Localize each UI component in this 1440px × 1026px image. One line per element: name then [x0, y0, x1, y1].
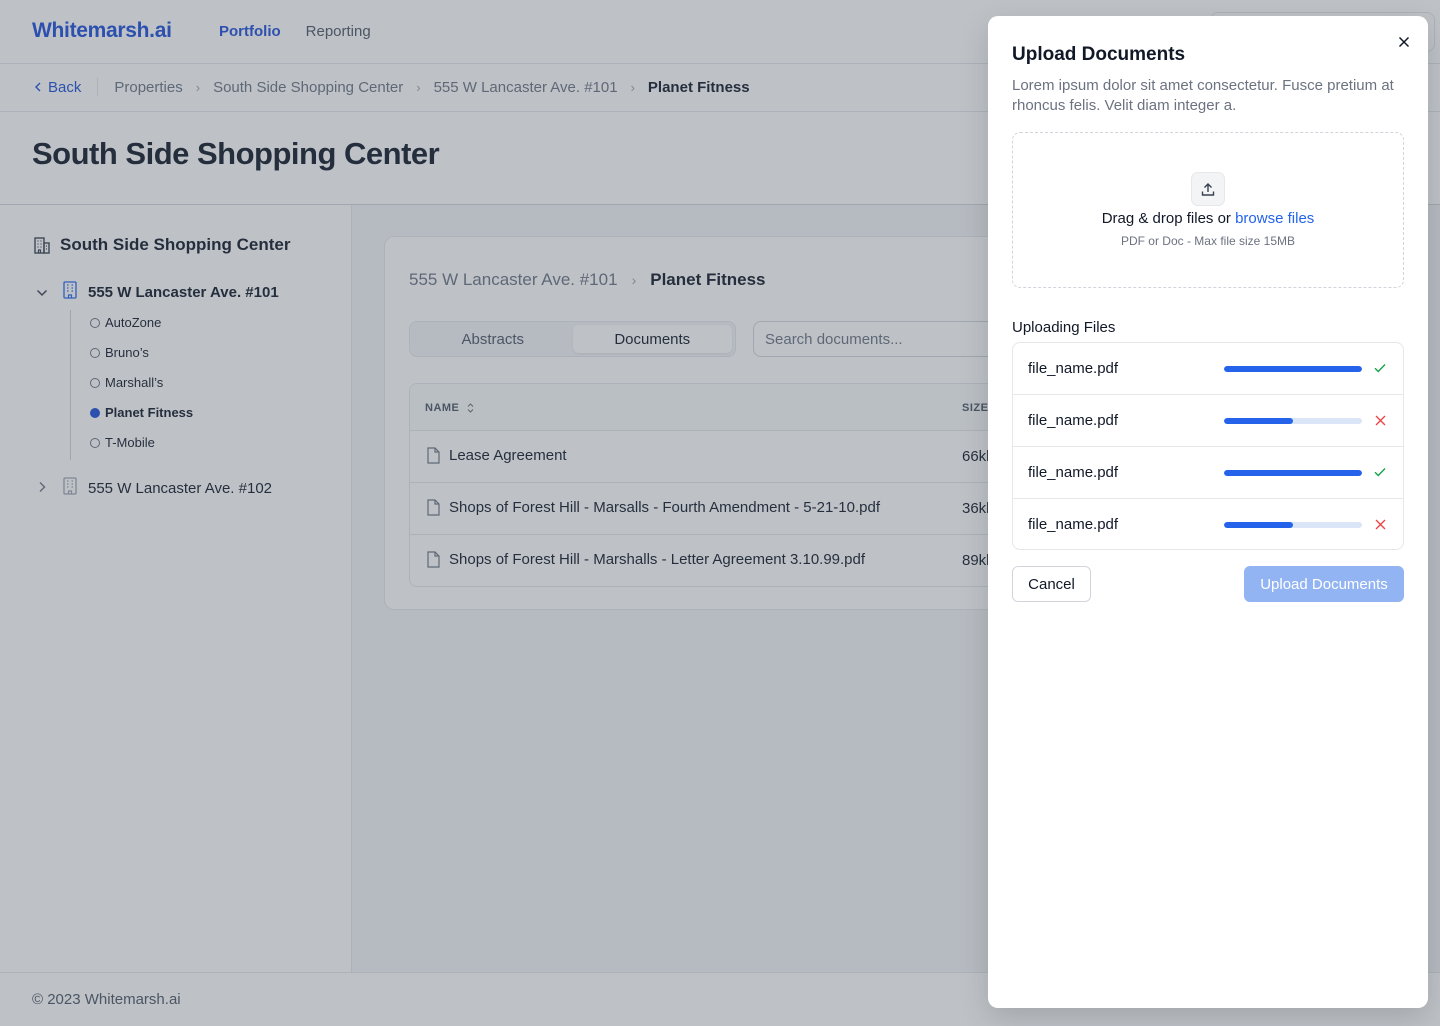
cancel-button[interactable]: Cancel [1012, 566, 1091, 602]
upload-documents-button[interactable]: Upload Documents [1244, 566, 1404, 602]
progress-fill [1224, 522, 1293, 528]
upload-documents-panel: Upload Documents Lorem ipsum dolor sit a… [988, 16, 1428, 1008]
file-name: file_name.pdf [1028, 360, 1119, 377]
progress-fill [1224, 366, 1362, 372]
upload-file-list: file_name.pdf file_name.pdf file_name.pd… [1012, 342, 1404, 550]
uploading-files-label: Uploading Files [1012, 319, 1116, 336]
check-icon [1372, 463, 1388, 481]
progress-bar [1224, 470, 1362, 476]
progress-bar [1224, 366, 1362, 372]
file-name: file_name.pdf [1028, 412, 1119, 429]
upload-file-row: file_name.pdf [1013, 395, 1403, 447]
x-icon[interactable] [1372, 515, 1388, 533]
upload-file-row: file_name.pdf [1013, 499, 1403, 549]
dropzone-label: Drag & drop files or [1101, 210, 1236, 227]
upload-file-row: file_name.pdf [1013, 447, 1403, 499]
file-name: file_name.pdf [1028, 464, 1119, 481]
upload-icon [1191, 172, 1225, 206]
progress-fill [1224, 418, 1293, 424]
x-icon[interactable] [1372, 411, 1388, 429]
progress-bar [1224, 522, 1362, 528]
close-icon[interactable] [1394, 32, 1414, 52]
file-name: file_name.pdf [1028, 516, 1119, 533]
check-icon [1372, 359, 1388, 377]
progress-fill [1224, 470, 1362, 476]
modal-title: Upload Documents [1012, 44, 1186, 65]
upload-file-row: file_name.pdf [1013, 343, 1403, 395]
browse-files-link[interactable]: browse files [1235, 210, 1314, 227]
file-dropzone[interactable]: Drag & drop files or browse files PDF or… [1012, 132, 1404, 288]
progress-bar [1224, 418, 1362, 424]
modal-description: Lorem ipsum dolor sit amet consectetur. … [1012, 77, 1394, 114]
dropzone-text: Drag & drop files or browse files [1013, 210, 1403, 227]
dropzone-hint: PDF or Doc - Max file size 15MB [1120, 234, 1296, 248]
